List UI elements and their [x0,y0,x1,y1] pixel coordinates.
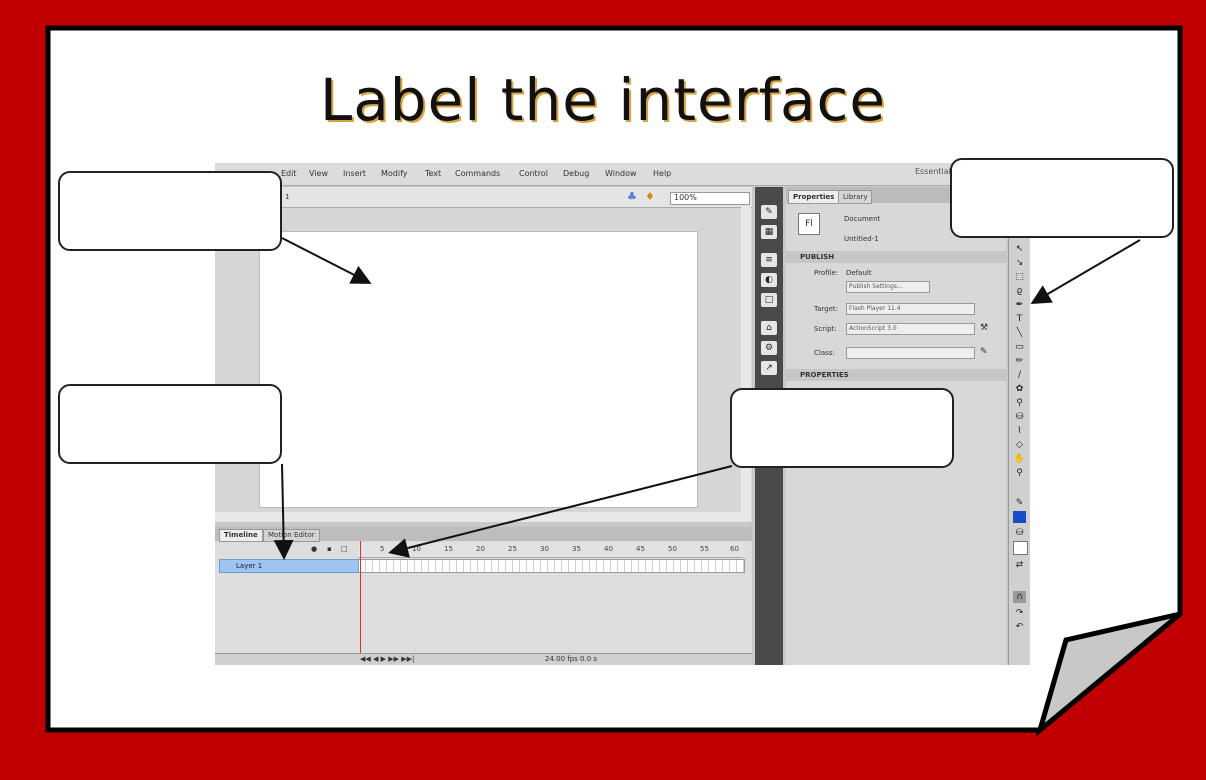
arrow-to-layers [273,463,294,560]
arrow-to-frames [388,465,733,558]
arrows-overlay [273,237,1141,560]
arrow-to-tools [1030,239,1141,305]
arrow-to-stage [281,237,372,284]
